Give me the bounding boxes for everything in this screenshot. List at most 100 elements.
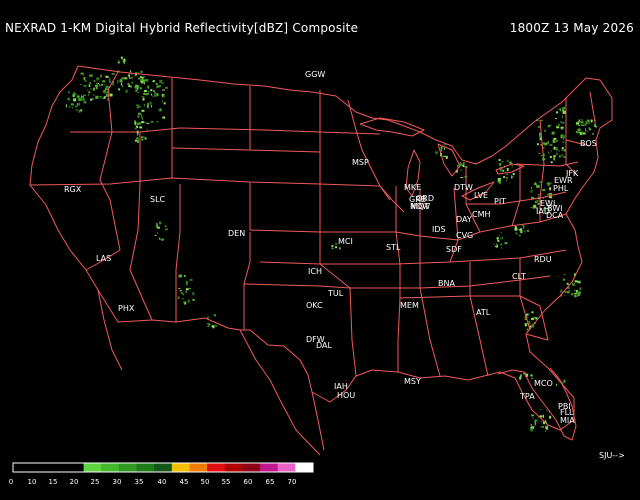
echo-pixel: [542, 189, 546, 192]
echo-pixel: [549, 187, 552, 191]
echo-pixel: [120, 82, 122, 86]
legend-swatch: [242, 463, 261, 472]
echo-cluster: [556, 106, 566, 119]
echo-pixel: [143, 79, 147, 82]
echo-pixel: [532, 425, 535, 427]
echo-pixel: [530, 186, 532, 189]
echo-pixel: [563, 149, 566, 152]
echo-pixel: [214, 324, 217, 327]
echo-pixel: [530, 423, 532, 426]
echo-pixel: [561, 128, 564, 130]
echo-pixel: [546, 409, 548, 412]
next-region-label[interactable]: SJU-->: [599, 451, 625, 460]
echo-pixel: [145, 93, 149, 96]
echo-pixel: [161, 100, 163, 102]
echo-pixel: [128, 85, 131, 87]
echo-pixel: [147, 85, 150, 88]
echo-pixel: [155, 222, 158, 225]
echo-pixel: [109, 93, 113, 97]
echo-pixel: [499, 163, 501, 166]
echo-pixel: [578, 124, 581, 126]
echo-pixel: [136, 137, 139, 140]
echo-pixel: [575, 289, 578, 292]
station-label-slc: SLC: [150, 195, 166, 204]
echo-pixel: [500, 243, 503, 246]
echo-pixel: [164, 225, 167, 228]
echo-pixel: [140, 79, 143, 81]
echo-cluster: [575, 118, 598, 136]
echo-pixel: [208, 323, 211, 326]
legend-tick-label: 15: [49, 478, 58, 486]
echo-pixel: [104, 89, 106, 93]
echo-pixel: [99, 84, 101, 87]
next-region-link[interactable]: SJU-->: [599, 451, 625, 460]
echo-pixel: [553, 137, 557, 140]
echo-pixel: [120, 56, 123, 59]
echo-pixel: [539, 135, 542, 138]
echo-pixel: [568, 290, 571, 293]
echo-pixel: [501, 247, 502, 249]
echo-pixel: [588, 123, 591, 125]
echo-pixel: [582, 132, 586, 135]
station-labels: GGWMSPMKE DTWBOSGRBMQTLVEJFKEWRPHLRGXSLC O…: [64, 70, 597, 425]
echo-cluster: [514, 224, 529, 237]
station-label-cvg: CVG: [456, 231, 473, 240]
echo-pixel: [159, 79, 163, 83]
echo-pixel: [160, 238, 162, 240]
echo-pixel: [68, 106, 71, 108]
echo-pixel: [102, 80, 106, 83]
echo-pixel: [146, 128, 148, 131]
echo-pixel: [535, 317, 537, 320]
echo-pixel: [123, 58, 126, 62]
echo-pixel: [118, 88, 121, 91]
echo-pixel: [586, 130, 589, 132]
echo-pixel: [534, 419, 538, 421]
echo-pixel: [134, 139, 137, 142]
echo-pixel: [137, 112, 141, 115]
echo-pixel: [89, 82, 91, 84]
echo-pixel: [564, 294, 566, 296]
echo-pixel: [83, 84, 87, 87]
echo-pixel: [89, 74, 91, 77]
echo-pixel: [579, 287, 582, 291]
echo-pixel: [508, 169, 510, 171]
echo-pixel: [141, 96, 145, 98]
station-label-atl: ATL: [476, 308, 491, 317]
station-label-day: DAY: [456, 215, 472, 224]
echo-pixel: [93, 87, 95, 91]
echo-pixel: [207, 325, 210, 327]
station-label-tul: TUL: [327, 289, 344, 298]
echo-pixel: [585, 128, 586, 132]
echo-pixel: [530, 206, 534, 208]
echo-pixel: [134, 121, 137, 125]
echo-pixel: [522, 225, 524, 228]
echo-pixel: [65, 104, 67, 108]
echo-pixel: [540, 421, 542, 423]
echo-pixel: [96, 82, 99, 85]
echo-pixel: [578, 281, 581, 283]
echo-pixel: [509, 162, 511, 163]
station-label-rgx: RGX: [64, 185, 82, 194]
echo-pixel: [133, 75, 136, 77]
echo-pixel: [494, 244, 495, 246]
echo-pixel: [556, 140, 558, 143]
echo-pixel: [143, 76, 145, 79]
legend-swatch: [189, 463, 208, 472]
echo-pixel: [538, 152, 541, 154]
echo-cluster: [117, 56, 126, 65]
dbz-legend: 0 10 15 20 25 30 35 40 45 50 55 60 65 70: [9, 462, 314, 486]
station-label-ids: IDS: [432, 225, 446, 234]
echo-pixel: [524, 230, 526, 233]
echo-pixel: [161, 82, 164, 84]
echo-pixel: [531, 377, 533, 379]
legend-tick-label: 40: [158, 478, 167, 486]
echo-pixel: [75, 109, 78, 111]
echo-pixel: [525, 323, 527, 327]
echo-pixel: [533, 204, 536, 206]
echo-pixel: [560, 289, 563, 293]
station-label-sdf: SDF: [446, 245, 462, 254]
echo-pixel: [146, 78, 149, 82]
echo-pixel: [545, 430, 547, 433]
echo-pixel: [561, 115, 563, 119]
echo-pixel: [575, 122, 579, 125]
